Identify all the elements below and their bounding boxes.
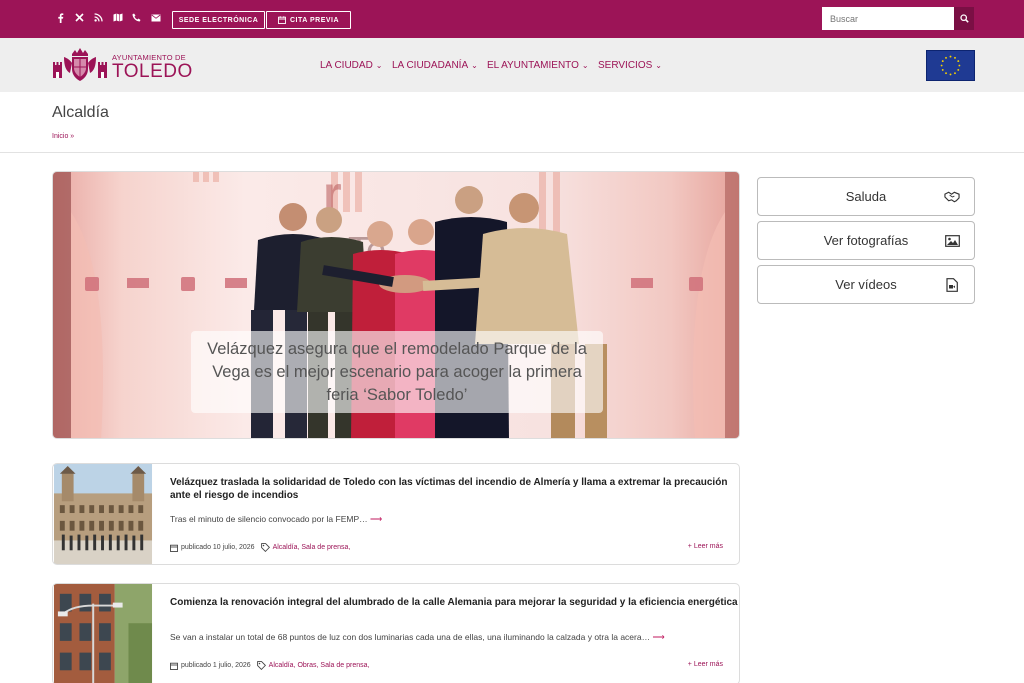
page-title-area: [0, 92, 1024, 153]
arrow-right-icon[interactable]: ⟶: [652, 632, 664, 642]
news-card[interactable]: Comienza la renovación integral del alum…: [52, 583, 740, 683]
cita-previa-label: CITA PREVIA: [289, 16, 340, 24]
search-input[interactable]: [822, 7, 954, 30]
read-more-link[interactable]: + Leer más: [688, 543, 723, 550]
calendar-icon: [170, 544, 178, 552]
news-date: publicado 10 julio, 2026: [181, 544, 255, 551]
hero-caption-text: Velázquez asegura que el remodelado Parq…: [207, 339, 587, 404]
search-button[interactable]: [954, 7, 974, 30]
nav-label: EL AYUNTAMIENTO: [487, 60, 579, 71]
ver-videos-label: Ver vídeos: [835, 277, 897, 292]
news-title[interactable]: Velázquez traslada la solidaridad de Tol…: [170, 476, 739, 502]
saluda-label: Saluda: [845, 189, 887, 204]
ver-fotografias-button[interactable]: Ver fotografías: [757, 221, 975, 260]
news-excerpt-text: Se van a instalar un total de 68 puntos …: [170, 632, 651, 642]
news-excerpt-text: Tras el minuto de silencio convocado por…: [170, 514, 368, 524]
chevron-down-icon: ⌄: [471, 61, 478, 70]
image-icon: [944, 234, 960, 248]
nav-label: LA CIUDADANÍA: [392, 60, 469, 71]
hero-caption[interactable]: Velázquez asegura que el remodelado Parq…: [191, 331, 603, 413]
x-icon[interactable]: [72, 10, 87, 25]
logo-title[interactable]: TOLEDO: [112, 61, 193, 83]
chevron-down-icon: ⌄: [581, 61, 589, 70]
ver-fotografias-label: Ver fotografías: [823, 233, 909, 248]
search-icon: [959, 14, 969, 23]
ver-videos-button[interactable]: Ver vídeos: [757, 265, 975, 304]
eu-flag-icon[interactable]: [926, 50, 975, 81]
news-card[interactable]: Velázquez traslada la solidaridad de Tol…: [52, 463, 740, 565]
tag-icon: [256, 661, 266, 670]
map-icon[interactable]: [110, 10, 125, 25]
nav-la-ciudad[interactable]: LA CIUDAD ⌄: [320, 60, 383, 71]
news-date: publicado 1 julio, 2026: [181, 662, 251, 669]
rss-icon[interactable]: [91, 10, 106, 25]
nav-label: SERVICIOS: [598, 60, 653, 71]
nav-el-ayuntamiento[interactable]: EL AYUNTAMIENTO ⌄: [487, 60, 589, 71]
news-thumbnail-plaza: [53, 464, 153, 564]
news-excerpt: Se van a instalar un total de 68 puntos …: [170, 632, 665, 643]
tag-icon: [260, 543, 270, 552]
chevron-down-icon: ⌄: [655, 61, 662, 70]
nav-la-ciudadania[interactable]: LA CIUDADANÍA ⌄: [392, 60, 478, 71]
facebook-icon[interactable]: [53, 10, 68, 25]
news-categories[interactable]: Alcaldía, Obras, Sala de prensa,: [269, 662, 370, 669]
mail-icon[interactable]: [148, 10, 163, 25]
sede-electronica-button[interactable]: SEDE ELECTRÓNICA: [172, 11, 265, 29]
news-thumbnail-street: [53, 584, 153, 683]
news-meta: publicado 10 julio, 2026 Alcaldía, Sala …: [170, 543, 350, 552]
read-more-link[interactable]: + Leer más: [688, 661, 723, 668]
calendar-icon: [278, 16, 286, 24]
breadcrumb-home-link[interactable]: Inicio »: [52, 133, 74, 140]
toledo-coat-of-arms-logo[interactable]: [52, 47, 108, 83]
news-meta: publicado 1 julio, 2026 Alcaldía, Obras,…: [170, 661, 369, 670]
news-title[interactable]: Comienza la renovación integral del alum…: [170, 596, 739, 609]
nav-label: LA CIUDAD: [320, 60, 373, 71]
chevron-down-icon: ⌄: [375, 61, 383, 70]
news-categories[interactable]: Alcaldía, Sala de prensa,: [273, 544, 351, 551]
arrow-right-icon[interactable]: ⟶: [370, 514, 382, 524]
nav-servicios[interactable]: SERVICIOS ⌄: [598, 60, 662, 71]
phone-icon[interactable]: [129, 10, 144, 25]
video-file-icon: [944, 278, 960, 292]
news-excerpt: Tras el minuto de silencio convocado por…: [170, 514, 382, 525]
handshake-icon: [944, 190, 960, 204]
calendar-icon: [170, 662, 178, 670]
saluda-button[interactable]: Saluda: [757, 177, 975, 216]
page-title: Alcaldía: [52, 104, 109, 121]
cita-previa-button[interactable]: CITA PREVIA: [266, 11, 351, 29]
